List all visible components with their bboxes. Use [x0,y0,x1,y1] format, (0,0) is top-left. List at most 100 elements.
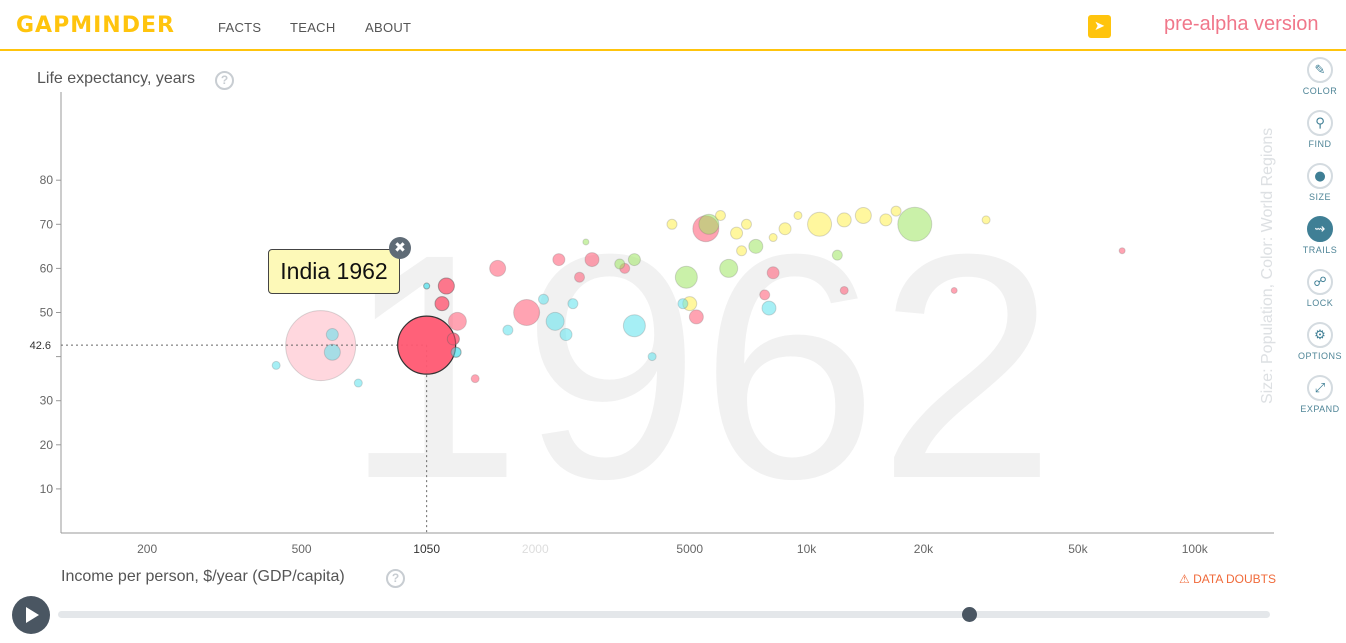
close-icon[interactable]: ✖ [389,237,411,259]
search-icon: ⚲ [1307,110,1333,136]
y-tick-label: 60 [40,261,54,275]
data-point [759,289,771,301]
tool-label: FIND [1308,139,1332,149]
tool-label: TRAILS [1302,245,1338,255]
play-button[interactable] [12,596,50,634]
tool-size[interactable]: ● SIZE [1296,163,1344,202]
data-point [446,332,460,346]
data-point [584,252,600,268]
data-point [567,298,579,310]
data-point [489,259,507,277]
timeline-handle[interactable] [962,607,978,622]
trails-icon: ⇝ [1307,216,1333,242]
data-point [879,213,893,227]
data-point [836,212,852,228]
data-point [647,352,657,362]
data-point [688,309,704,325]
data-point [793,210,803,220]
x-tick-label: 500 [292,542,312,556]
expand-icon: ⤢ [1307,375,1333,401]
tool-label: SIZE [1308,192,1331,202]
y-tick-label: 70 [40,217,54,231]
data-point [513,299,541,326]
y-tick-label: 50 [40,306,54,320]
data-point [714,209,726,221]
data-doubts-label: DATA DOUBTS [1193,572,1277,586]
tool-expand[interactable]: ⤢ EXPAND [1296,375,1344,414]
tool-options[interactable]: ⚙ OPTIONS [1296,322,1344,361]
data-point [677,298,689,310]
data-point [666,218,678,230]
data-point [736,245,748,257]
data-point [614,258,626,270]
x-tick-label: 1050 [413,542,440,556]
x-tick-label: 20k [914,542,934,556]
x-tick-label: 2000 [522,542,549,556]
top-bar: GAPMINDER FACTS TEACH ABOUT ➤ pre-alpha … [0,0,1346,51]
data-point [740,218,752,230]
share-button[interactable]: ➤ [1088,15,1111,38]
data-point [627,253,641,267]
data-point [890,205,902,217]
tool-label: OPTIONS [1297,351,1342,361]
data-point [353,378,363,388]
highlight-y-value: 42.6 [30,340,51,352]
data-point [719,258,739,278]
data-point [674,265,698,289]
tool-trails[interactable]: ⇝ TRAILS [1296,216,1344,255]
x-tick-label: 100k [1182,542,1209,556]
data-doubts-link[interactable]: ⚠ DATA DOUBTS [1179,572,1276,586]
circle-icon: ● [1307,163,1333,189]
data-point [622,314,646,338]
data-point [502,324,514,336]
warning-icon: ⚠ [1179,572,1190,586]
x-tick-label: 10k [797,542,817,556]
unlock-icon: ☍ [1307,269,1333,295]
y-tick-label: 30 [40,394,54,408]
data-point [559,328,573,342]
play-icon [26,607,39,623]
data-point [748,238,764,254]
x-tick-label: 5000 [676,542,703,556]
gapminder-logo[interactable]: GAPMINDER [16,13,175,38]
data-point [778,222,792,236]
data-point [761,300,777,316]
data-point [271,360,281,370]
data-point-india [397,315,457,375]
y-tick-label: 80 [40,173,54,187]
nav-teach[interactable]: TEACH [290,20,336,35]
data-point [447,311,467,331]
tool-label: LOCK [1306,298,1334,308]
nav-facts[interactable]: FACTS [218,20,261,35]
paper-plane-icon: ➤ [1094,19,1105,34]
data-point [434,296,450,312]
data-point [325,328,339,342]
tool-lock[interactable]: ☍ LOCK [1296,269,1344,308]
x-tick-label: 200 [137,542,157,556]
bubble-chart: 1962 10203050607080200 500 1050 2000 5000 10k… [30,92,1274,556]
help-icon[interactable]: ? [386,569,405,588]
data-point [538,293,550,305]
tool-find[interactable]: ⚲ FIND [1296,110,1344,149]
y-tick-label: 20 [40,438,54,452]
x-tick-label: 50k [1068,542,1088,556]
tool-label: EXPAND [1300,404,1340,414]
gear-icon: ⚙ [1307,322,1333,348]
data-point [582,238,590,246]
nav-about[interactable]: ABOUT [365,20,411,35]
data-point [423,282,431,290]
size-color-label: Size: Population, Color: World Regions [1259,127,1276,404]
country-tooltip: India 1962 [268,249,400,294]
paint-brush-icon: ✎ [1307,57,1333,83]
data-point [766,266,780,280]
tool-color[interactable]: ✎ COLOR [1296,57,1344,96]
data-point [854,206,872,224]
data-point [807,211,833,237]
data-point [730,226,744,240]
x-axis-title[interactable]: Income per person, $/year (GDP/capita) [61,568,345,586]
timeline-track[interactable] [58,611,1270,618]
data-point [831,249,843,261]
data-point [1118,247,1126,255]
version-label: pre-alpha version [1164,13,1319,35]
data-point [437,277,455,295]
